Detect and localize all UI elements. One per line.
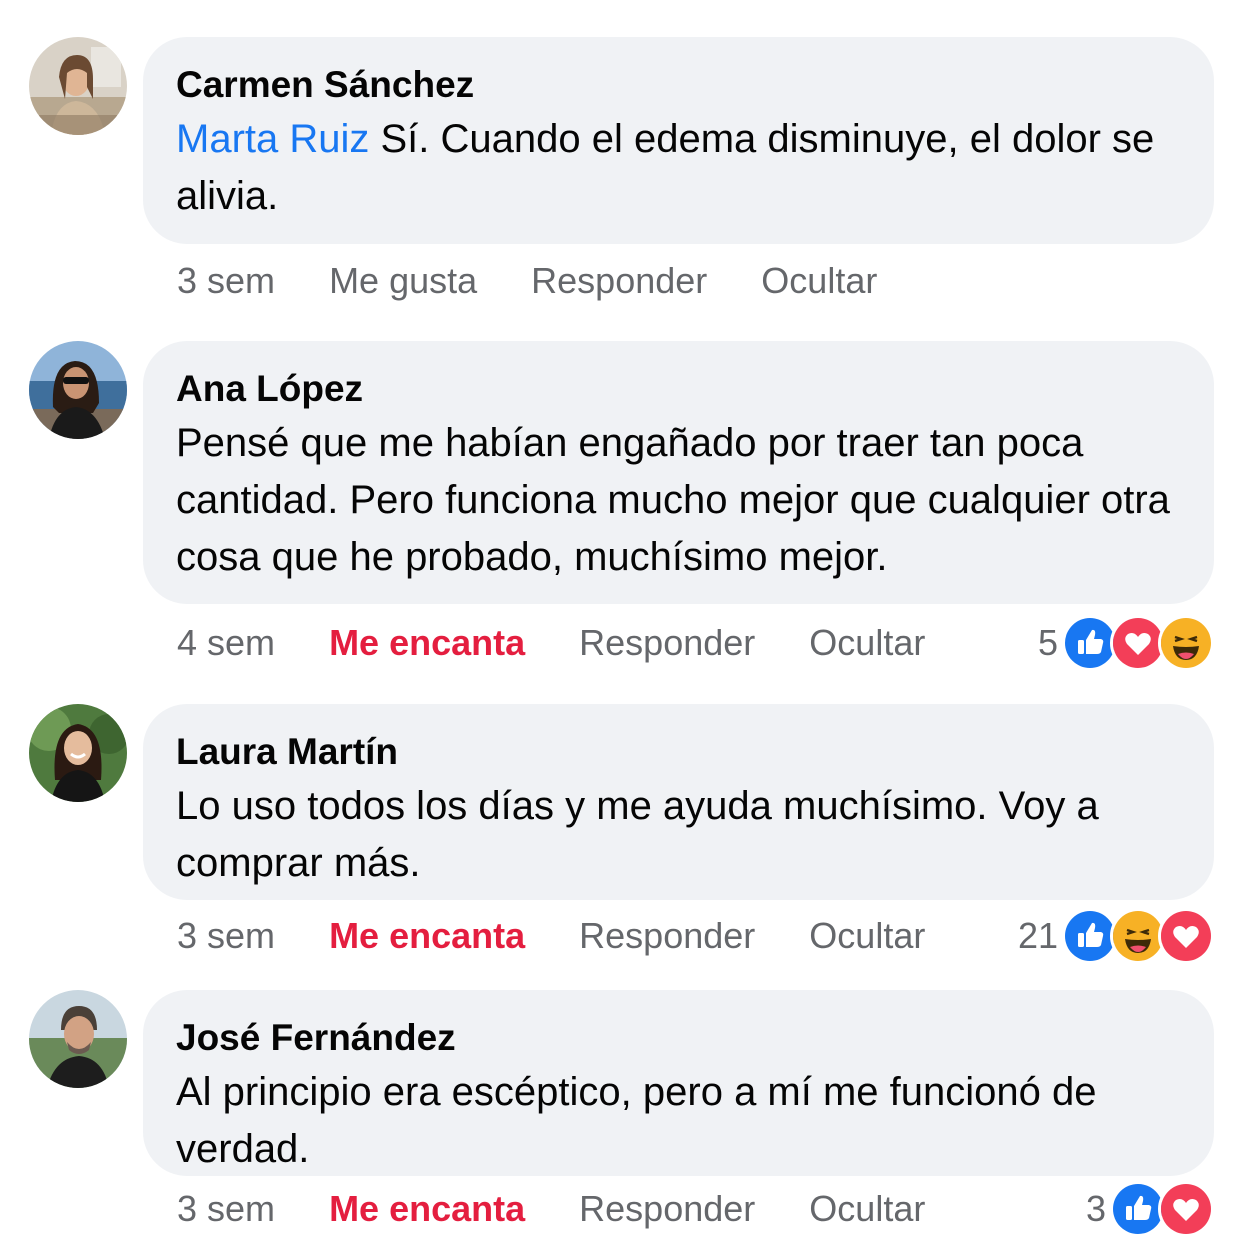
comment-author[interactable]: Ana López (176, 367, 1184, 411)
love-icon (1158, 1181, 1214, 1237)
haha-icon (1158, 615, 1214, 671)
reactions-summary[interactable]: 3 (1086, 1181, 1214, 1237)
comment-author[interactable]: Carmen Sánchez (176, 63, 1184, 107)
avatar[interactable] (29, 704, 127, 802)
reaction-count: 5 (1037, 622, 1058, 663)
reactions-summary[interactable]: 21 (1018, 908, 1214, 964)
comment-timestamp[interactable]: 4 sem (177, 618, 275, 668)
mention-link[interactable]: Marta Ruiz (176, 117, 369, 161)
comment-actions: 3 sem Me gusta Responder Ocultar (177, 256, 1214, 306)
reply-button[interactable]: Responder (531, 256, 707, 306)
like-button[interactable]: Me gusta (329, 256, 477, 306)
hide-button[interactable]: Ocultar (761, 256, 877, 306)
comment-bubble: Ana López Pensé que me habían engañado p… (143, 341, 1214, 604)
reactions-summary[interactable]: 5 (1038, 615, 1214, 671)
reply-button[interactable]: Responder (579, 1184, 755, 1234)
comment-bubble: Carmen Sánchez Marta Ruiz Sí. Cuando el … (143, 37, 1214, 244)
comment-timestamp[interactable]: 3 sem (177, 256, 275, 306)
avatar[interactable] (29, 37, 127, 135)
reaction-count: 3 (1085, 1188, 1106, 1229)
comment-text: Lo uso todos los días y me ayuda muchísi… (176, 784, 1099, 885)
comment-author[interactable]: José Fernández (176, 1016, 1184, 1060)
avatar[interactable] (29, 341, 127, 439)
love-icon (1158, 908, 1214, 964)
reply-button[interactable]: Responder (579, 618, 755, 668)
comment-text: Al principio era escéptico, pero a mí me… (176, 1070, 1097, 1171)
comment-timestamp[interactable]: 3 sem (177, 911, 275, 961)
comment-timestamp[interactable]: 3 sem (177, 1184, 275, 1234)
love-reaction-button[interactable]: Me encanta (329, 618, 525, 668)
comment-bubble: Laura Martín Lo uso todos los días y me … (143, 704, 1214, 900)
hide-button[interactable]: Ocultar (809, 911, 925, 961)
hide-button[interactable]: Ocultar (809, 618, 925, 668)
comment-actions: 3 sem Me encanta Responder Ocultar 21 (177, 908, 1214, 964)
comment-bubble: José Fernández Al principio era escéptic… (143, 990, 1214, 1176)
reaction-count: 21 (1017, 915, 1058, 956)
love-reaction-button[interactable]: Me encanta (329, 911, 525, 961)
avatar[interactable] (29, 990, 127, 1088)
comment-text: Marta Ruiz Sí. Cuando el edema disminuye… (176, 111, 1184, 225)
comment-actions: 4 sem Me encanta Responder Ocultar 5 (177, 615, 1214, 671)
reply-button[interactable]: Responder (579, 911, 755, 961)
comment-text: Pensé que me habían engañado por traer t… (176, 421, 1170, 579)
comment-actions: 3 sem Me encanta Responder Ocultar 3 (177, 1181, 1214, 1237)
love-reaction-button[interactable]: Me encanta (329, 1184, 525, 1234)
hide-button[interactable]: Ocultar (809, 1184, 925, 1234)
comment-author[interactable]: Laura Martín (176, 730, 1184, 774)
